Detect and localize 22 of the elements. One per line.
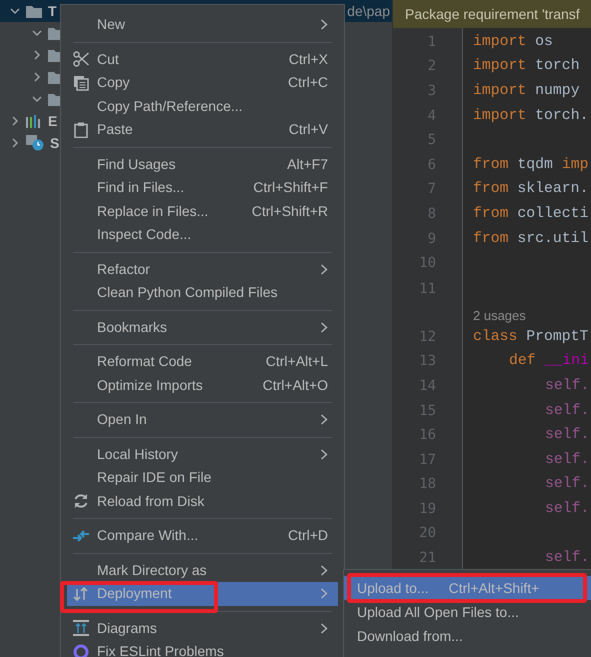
tree-label: T — [48, 2, 57, 20]
code-line: self. — [545, 502, 590, 517]
code-line: self. — [545, 404, 590, 418]
code-line: self. — [545, 379, 590, 394]
code-line: import torch. — [473, 108, 590, 124]
code-line: import numpy — [473, 84, 581, 99]
code-line: from collecti — [473, 207, 590, 222]
notification-banner: Package requirement 'transf — [393, 0, 591, 28]
tree-label: E — [48, 112, 58, 130]
tree-label: S — [50, 134, 60, 152]
code-line: import torch — [473, 59, 581, 74]
code-line: class PromptT — [473, 330, 590, 345]
code-line: self. — [545, 428, 590, 443]
code-line: import os — [473, 34, 554, 50]
code-line: self. — [545, 477, 590, 492]
code-line: from sklearn. — [473, 182, 590, 198]
code-line: from tqdm imp — [473, 158, 590, 173]
tree-path: de\pap — [347, 2, 391, 21]
code-line: self. — [545, 452, 590, 468]
code-line: from src.util — [473, 232, 590, 246]
code-line: self. — [545, 551, 590, 566]
code-line: def __ini — [509, 354, 590, 370]
